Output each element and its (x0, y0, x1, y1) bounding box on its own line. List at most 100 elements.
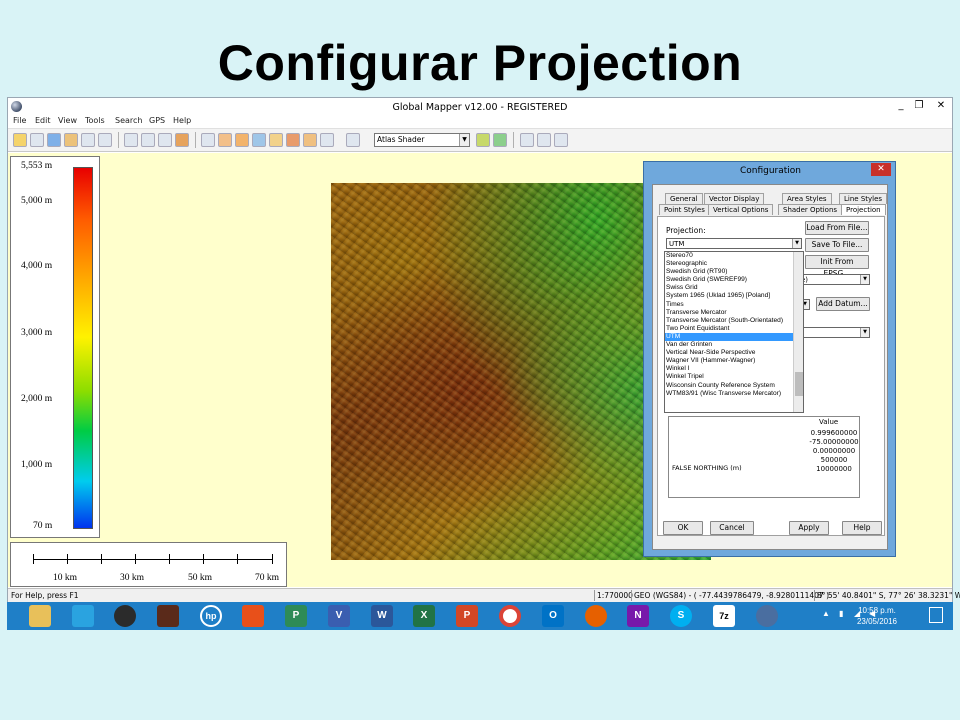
cancel-button[interactable]: Cancel (710, 521, 754, 535)
projection-list-item[interactable]: Times (665, 301, 793, 309)
projection-list-item[interactable]: Swedish Grid (SWEREF99) (665, 276, 793, 284)
chevron-down-icon[interactable]: ▼ (860, 328, 869, 337)
menu-search[interactable]: Search (115, 116, 142, 125)
save-icon[interactable] (30, 133, 44, 147)
projection-list-item[interactable]: Stereo70 (665, 252, 793, 260)
tab-general[interactable]: General (665, 193, 703, 204)
grid-icon[interactable] (554, 133, 568, 147)
projection-list-item[interactable]: Vertical Near-Side Perspective (665, 349, 793, 357)
projection-list-item[interactable]: Swedish Grid (RT90) (665, 268, 793, 276)
menu-tools[interactable]: Tools (85, 116, 105, 125)
tab-area-styles[interactable]: Area Styles (782, 193, 832, 204)
zoom-in-icon[interactable] (124, 133, 138, 147)
catalog-icon[interactable] (81, 133, 95, 147)
open-folder-icon[interactable] (13, 133, 27, 147)
projection-list-item[interactable]: WTM83/91 (Wisc Transverse Mercator) (665, 390, 793, 398)
tab-line-styles[interactable]: Line Styles (839, 193, 888, 204)
projection-dropdown-list[interactable]: Stereo70 Stereographic Swedish Grid (RT90)… (664, 251, 804, 413)
3d-view-icon[interactable] (493, 133, 507, 147)
projection-list-item[interactable]: Winkel Tripel (665, 373, 793, 381)
globe-toolbar-icon[interactable] (47, 133, 61, 147)
init-from-epsg-button[interactable]: Init From EPSG... (805, 255, 869, 278)
menu-edit[interactable]: Edit (35, 116, 51, 125)
powerpoint-icon[interactable]: P (456, 605, 478, 627)
excel-icon[interactable]: X (413, 605, 435, 627)
projection-list-item[interactable]: Stereographic (665, 260, 793, 268)
shader-options-icon[interactable] (476, 133, 490, 147)
save-to-file-button[interactable]: Save To File... (805, 238, 869, 252)
menu-view[interactable]: View (58, 116, 77, 125)
measure-icon[interactable] (235, 133, 249, 147)
scrollbar-thumb[interactable] (795, 372, 803, 396)
layers-icon[interactable] (64, 133, 78, 147)
settings-icon[interactable] (98, 133, 112, 147)
projection-list-item[interactable]: Two Point Equidistant (665, 325, 793, 333)
menu-gps[interactable]: GPS (149, 116, 165, 125)
feature-info-icon[interactable] (252, 133, 266, 147)
projection-list-item[interactable]: Van der Grinten (665, 341, 793, 349)
projection-list-item[interactable]: Swiss Grid (665, 284, 793, 292)
maximize-button[interactable]: ❐ (908, 99, 930, 113)
help-button[interactable]: Help (842, 521, 882, 535)
media-player-icon[interactable] (114, 605, 136, 627)
menu-help[interactable]: Help (173, 116, 191, 125)
menu-file[interactable]: File (13, 116, 26, 125)
close-button[interactable]: ✕ (932, 99, 950, 113)
dialog-close-button[interactable]: ✕ (871, 163, 891, 176)
visio-icon[interactable]: V (328, 605, 350, 627)
word-icon[interactable]: W (371, 605, 393, 627)
control-center-icon[interactable] (537, 133, 551, 147)
projection-select[interactable]: UTM ▼ (666, 238, 802, 249)
parameters-table[interactable]: Value 0.999600000 -75.00000000 0.0000000… (668, 416, 860, 498)
3d-path-icon[interactable] (303, 133, 317, 147)
overview-icon[interactable] (520, 133, 534, 147)
view-shed-icon[interactable] (286, 133, 300, 147)
taskbar-clock[interactable]: 10:58 p.m. 23/05/2016 (857, 605, 897, 627)
units-select[interactable]: ▼ (798, 327, 870, 338)
projection-list-item[interactable]: System 1965 (Uklad 1965) [Poland] (665, 292, 793, 300)
tab-point-styles[interactable]: Point Styles (659, 204, 710, 215)
photos-icon[interactable] (157, 605, 179, 627)
notifications-icon[interactable] (929, 607, 943, 623)
chevron-down-icon[interactable]: ▼ (792, 239, 801, 248)
load-from-file-button[interactable]: Load From File... (805, 221, 869, 235)
projection-list-item[interactable]: Wagner VII (Hammer-Wagner) (665, 357, 793, 365)
tab-vertical-options[interactable]: Vertical Options (708, 204, 774, 215)
chevron-down-icon[interactable]: ▼ (860, 275, 869, 284)
add-datum-button[interactable]: Add Datum... (816, 297, 870, 311)
projection-list-item[interactable]: Wisconsin County Reference System (665, 382, 793, 390)
hp-icon[interactable]: hp (200, 605, 222, 627)
projection-list-item[interactable]: Transverse Mercator (South-Orientated) (665, 317, 793, 325)
7zip-icon[interactable]: 7z (713, 605, 735, 627)
path-profile-icon[interactable] (269, 133, 283, 147)
tab-shader-options[interactable]: Shader Options (778, 204, 843, 215)
file-explorer-icon[interactable] (29, 605, 51, 627)
tab-projection[interactable]: Projection (841, 204, 886, 215)
chevron-up-icon[interactable]: ▲ (822, 609, 830, 618)
rectify-icon[interactable] (320, 133, 334, 147)
zoom-out-icon[interactable] (141, 133, 155, 147)
select-tool-icon[interactable] (201, 133, 215, 147)
chevron-down-icon[interactable]: ▼ (459, 134, 469, 146)
rocket-icon[interactable] (72, 605, 94, 627)
office-icon[interactable] (242, 605, 264, 627)
outlook-icon[interactable]: O (542, 605, 564, 627)
print-icon[interactable] (346, 133, 360, 147)
chrome-icon[interactable] (499, 605, 521, 627)
firefox-icon[interactable] (585, 605, 607, 627)
dropdown-scrollbar[interactable] (793, 252, 803, 412)
skype-icon[interactable]: S (670, 605, 692, 627)
apply-button[interactable]: Apply (789, 521, 829, 535)
onenote-icon[interactable]: N (627, 605, 649, 627)
tab-vector-display[interactable]: Vector Display (704, 193, 765, 204)
projection-list-item[interactable]: Transverse Mercator (665, 309, 793, 317)
ok-button[interactable]: OK (663, 521, 703, 535)
battery-icon[interactable]: ▮ (839, 609, 843, 618)
shader-select[interactable]: Atlas Shader ▼ (374, 133, 470, 147)
digitize-icon[interactable] (218, 133, 232, 147)
zone-select[interactable]: e) ▼ (798, 274, 870, 285)
home-icon[interactable] (175, 133, 189, 147)
global-mapper-task-icon[interactable] (756, 605, 778, 627)
projection-list-item[interactable]: UTM (665, 332, 793, 342)
projection-list-item[interactable]: Winkel I (665, 365, 793, 373)
